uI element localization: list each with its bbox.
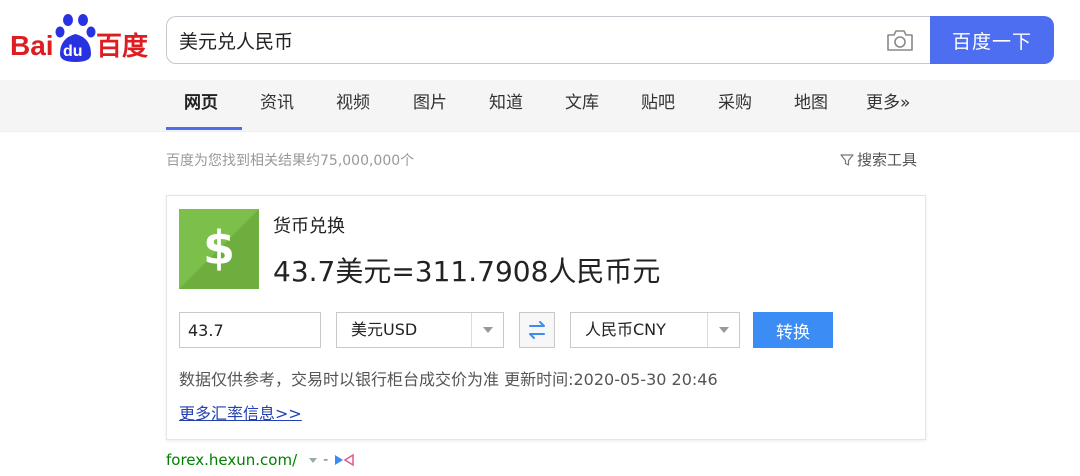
search-tools-button[interactable]: 搜索工具 xyxy=(840,149,917,170)
chevron-down-icon xyxy=(483,327,493,333)
search-button[interactable]: 百度一下 xyxy=(930,16,1054,64)
swap-currency-button[interactable] xyxy=(519,312,555,348)
tab-map[interactable]: 地图 xyxy=(794,80,828,130)
baidu-logo[interactable]: Bai du 百度 xyxy=(8,10,158,66)
tab-video[interactable]: 视频 xyxy=(336,80,370,130)
tab-more[interactable]: 更多» xyxy=(866,80,910,130)
chevron-down-icon xyxy=(719,327,729,333)
tab-purchase[interactable]: 采购 xyxy=(718,80,752,130)
active-tab-indicator xyxy=(166,127,242,130)
camera-icon[interactable] xyxy=(885,27,915,53)
to-currency-select[interactable]: 人民币CNY xyxy=(570,312,740,348)
svg-text:$: $ xyxy=(203,221,235,275)
tab-images[interactable]: 图片 xyxy=(413,80,447,130)
conversion-result: 43.7美元=311.7908人民币元 xyxy=(273,255,661,288)
tab-tieba[interactable]: 贴吧 xyxy=(641,80,675,130)
tab-news[interactable]: 资讯 xyxy=(260,80,294,130)
swap-icon xyxy=(529,321,545,339)
tab-zhidao[interactable]: 知道 xyxy=(489,80,523,130)
tab-web[interactable]: 网页 xyxy=(184,80,218,130)
search-box xyxy=(166,16,930,64)
logo-text-cn: 百度 xyxy=(96,31,148,62)
search-input[interactable] xyxy=(179,17,869,63)
tab-wenku[interactable]: 文库 xyxy=(565,80,599,130)
converter-title: 货币兑换 xyxy=(273,216,345,237)
logo-text-bai: Bai xyxy=(10,30,54,61)
logo-text-du: du xyxy=(63,43,83,60)
from-dropdown-arrow xyxy=(471,313,503,347)
from-currency-select[interactable]: 美元USD xyxy=(336,312,504,348)
nav-bar: 网页 资讯 视频 图片 知道 文库 贴吧 采购 地图 更多» xyxy=(0,80,1080,132)
bow-tie-icon[interactable] xyxy=(334,454,354,466)
amount-input[interactable] xyxy=(179,312,321,348)
source-separator: - xyxy=(323,452,329,468)
source-line: forex.hexun.com/ - xyxy=(166,451,354,469)
from-currency-label: 美元USD xyxy=(351,320,418,339)
caret-down-icon[interactable] xyxy=(309,457,318,463)
disclaimer-text: 数据仅供参考，交易时以银行柜台成交价为准 更新时间:2020-05-30 20:… xyxy=(179,370,718,389)
filter-icon xyxy=(840,153,854,166)
dollar-icon: $ xyxy=(179,209,259,289)
search-tools-label: 搜索工具 xyxy=(857,151,918,169)
convert-button[interactable]: 转换 xyxy=(753,312,833,348)
to-currency-label: 人民币CNY xyxy=(585,320,666,339)
more-rates-link[interactable]: 更多汇率信息>> xyxy=(179,400,302,424)
to-dropdown-arrow xyxy=(707,313,739,347)
result-count: 百度为您找到相关结果约75,000,000个 xyxy=(166,153,415,169)
currency-converter-card: $ 货币兑换 43.7美元=311.7908人民币元 美元USD 人民币CNY … xyxy=(166,195,926,440)
header: Bai du 百度 百度一下 xyxy=(0,0,1080,80)
source-url[interactable]: forex.hexun.com/ xyxy=(166,451,297,469)
